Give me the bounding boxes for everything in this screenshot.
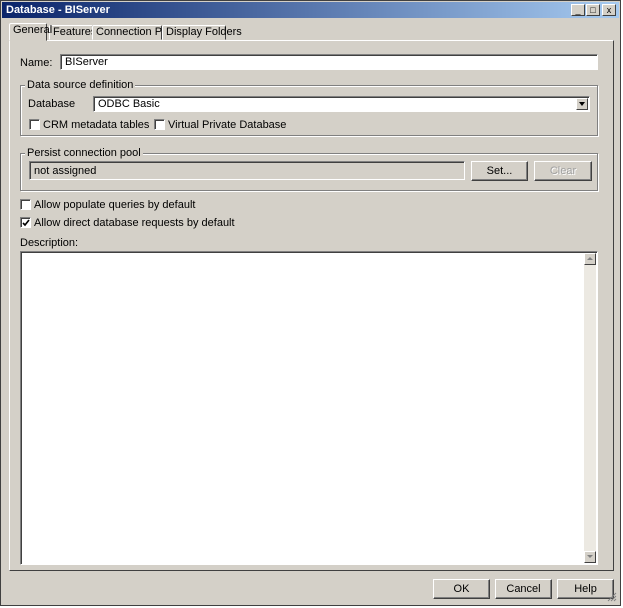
allow-direct-requests-label: Allow direct database requests by defaul… <box>34 217 235 229</box>
tab-display-folders[interactable]: Display Folders <box>162 25 242 40</box>
set-button-label: Set... <box>486 165 513 177</box>
tab-general-label: General <box>13 24 53 36</box>
crm-metadata-label: CRM metadata tables <box>43 119 150 131</box>
persist-pool-legend: Persist connection pool <box>25 147 143 160</box>
virtual-private-database-checkbox[interactable] <box>154 119 165 130</box>
database-select-value: ODBC Basic <box>98 98 160 110</box>
tab-connection-pools[interactable]: Connection Pools <box>92 25 182 40</box>
cancel-button[interactable]: Cancel <box>495 579 552 599</box>
minimize-button[interactable]: _ <box>571 4 585 16</box>
database-label: Database <box>28 98 76 110</box>
cancel-button-label: Cancel <box>506 583 541 595</box>
tab-features-label: Features <box>53 26 97 38</box>
persist-pool-value: not assigned <box>29 161 465 180</box>
scroll-down-arrow-icon <box>587 555 593 558</box>
allow-populate-label: Allow populate queries by default <box>34 199 196 211</box>
close-icon: x <box>606 5 612 15</box>
set-button[interactable]: Set... <box>471 161 528 181</box>
description-scrollbar[interactable] <box>584 253 596 563</box>
crm-metadata-checkbox[interactable] <box>29 119 40 130</box>
resize-grip-icon[interactable] <box>606 591 617 602</box>
allow-populate-checkbox[interactable] <box>20 199 31 210</box>
clear-button[interactable]: Clear <box>534 161 592 181</box>
virtual-private-database-label: Virtual Private Database <box>168 119 287 131</box>
scroll-up-button[interactable] <box>584 253 596 265</box>
database-select[interactable]: ODBC Basic <box>93 96 590 112</box>
database-dialog: Database - BIServer _ □ x General Featur… <box>0 0 621 606</box>
chevron-down-icon <box>579 102 585 106</box>
minimize-icon: _ <box>575 5 581 15</box>
name-input[interactable]: BIServer <box>60 54 598 70</box>
tab-features[interactable]: Features <box>49 25 97 40</box>
ok-button[interactable]: OK <box>433 579 490 599</box>
close-button[interactable]: x <box>602 4 616 16</box>
persist-pool-value-text: not assigned <box>34 165 97 177</box>
scroll-up-arrow-icon <box>587 257 593 260</box>
maximize-icon: □ <box>590 5 596 15</box>
checkmark-icon <box>22 219 30 227</box>
allow-direct-requests-checkbox[interactable] <box>20 217 31 228</box>
tab-general[interactable]: General <box>9 23 52 41</box>
database-dropdown-button[interactable] <box>576 98 588 110</box>
description-label: Description: <box>20 237 79 249</box>
maximize-button[interactable]: □ <box>586 4 600 16</box>
description-textarea[interactable] <box>20 251 598 565</box>
data-source-legend: Data source definition <box>25 79 136 92</box>
name-label: Name: <box>20 57 53 69</box>
tab-display-folders-label: Display Folders <box>166 26 242 38</box>
clear-button-label: Clear <box>549 165 577 177</box>
scroll-down-button[interactable] <box>584 551 596 563</box>
ok-button-label: OK <box>453 583 470 595</box>
help-button-label: Help <box>574 583 597 595</box>
window-title: Database - BIServer <box>6 4 110 16</box>
name-input-value: BIServer <box>65 56 108 68</box>
title-bar[interactable]: Database - BIServer _ □ x <box>2 2 619 18</box>
